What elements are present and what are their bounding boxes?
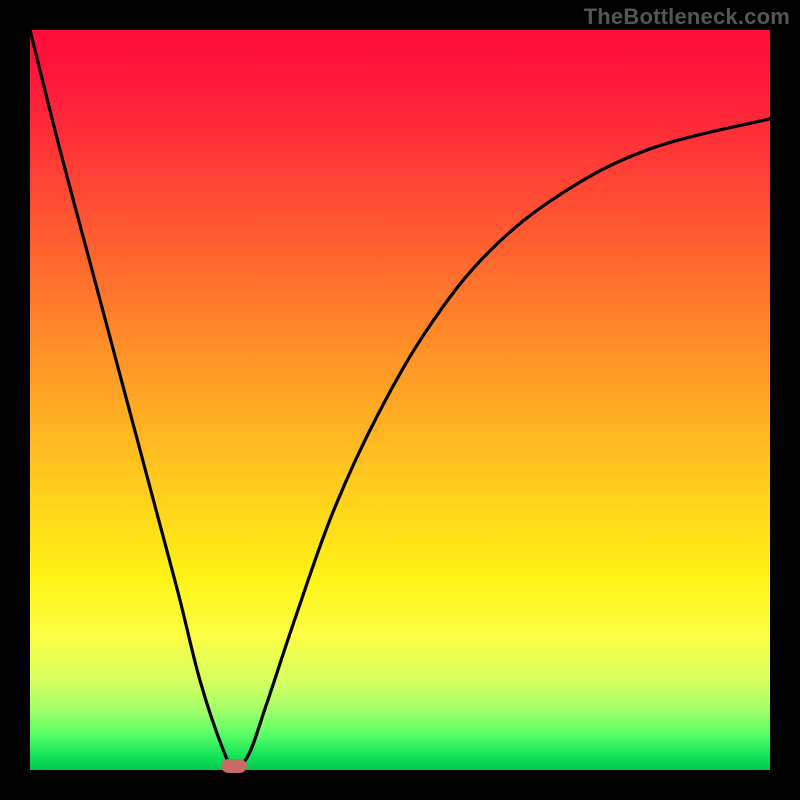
minimum-marker [221, 759, 247, 773]
watermark-text: TheBottleneck.com [584, 4, 790, 30]
chart-frame: TheBottleneck.com [0, 0, 800, 800]
bottleneck-curve [30, 30, 770, 767]
plot-area [30, 30, 770, 770]
curve-svg [30, 30, 770, 770]
